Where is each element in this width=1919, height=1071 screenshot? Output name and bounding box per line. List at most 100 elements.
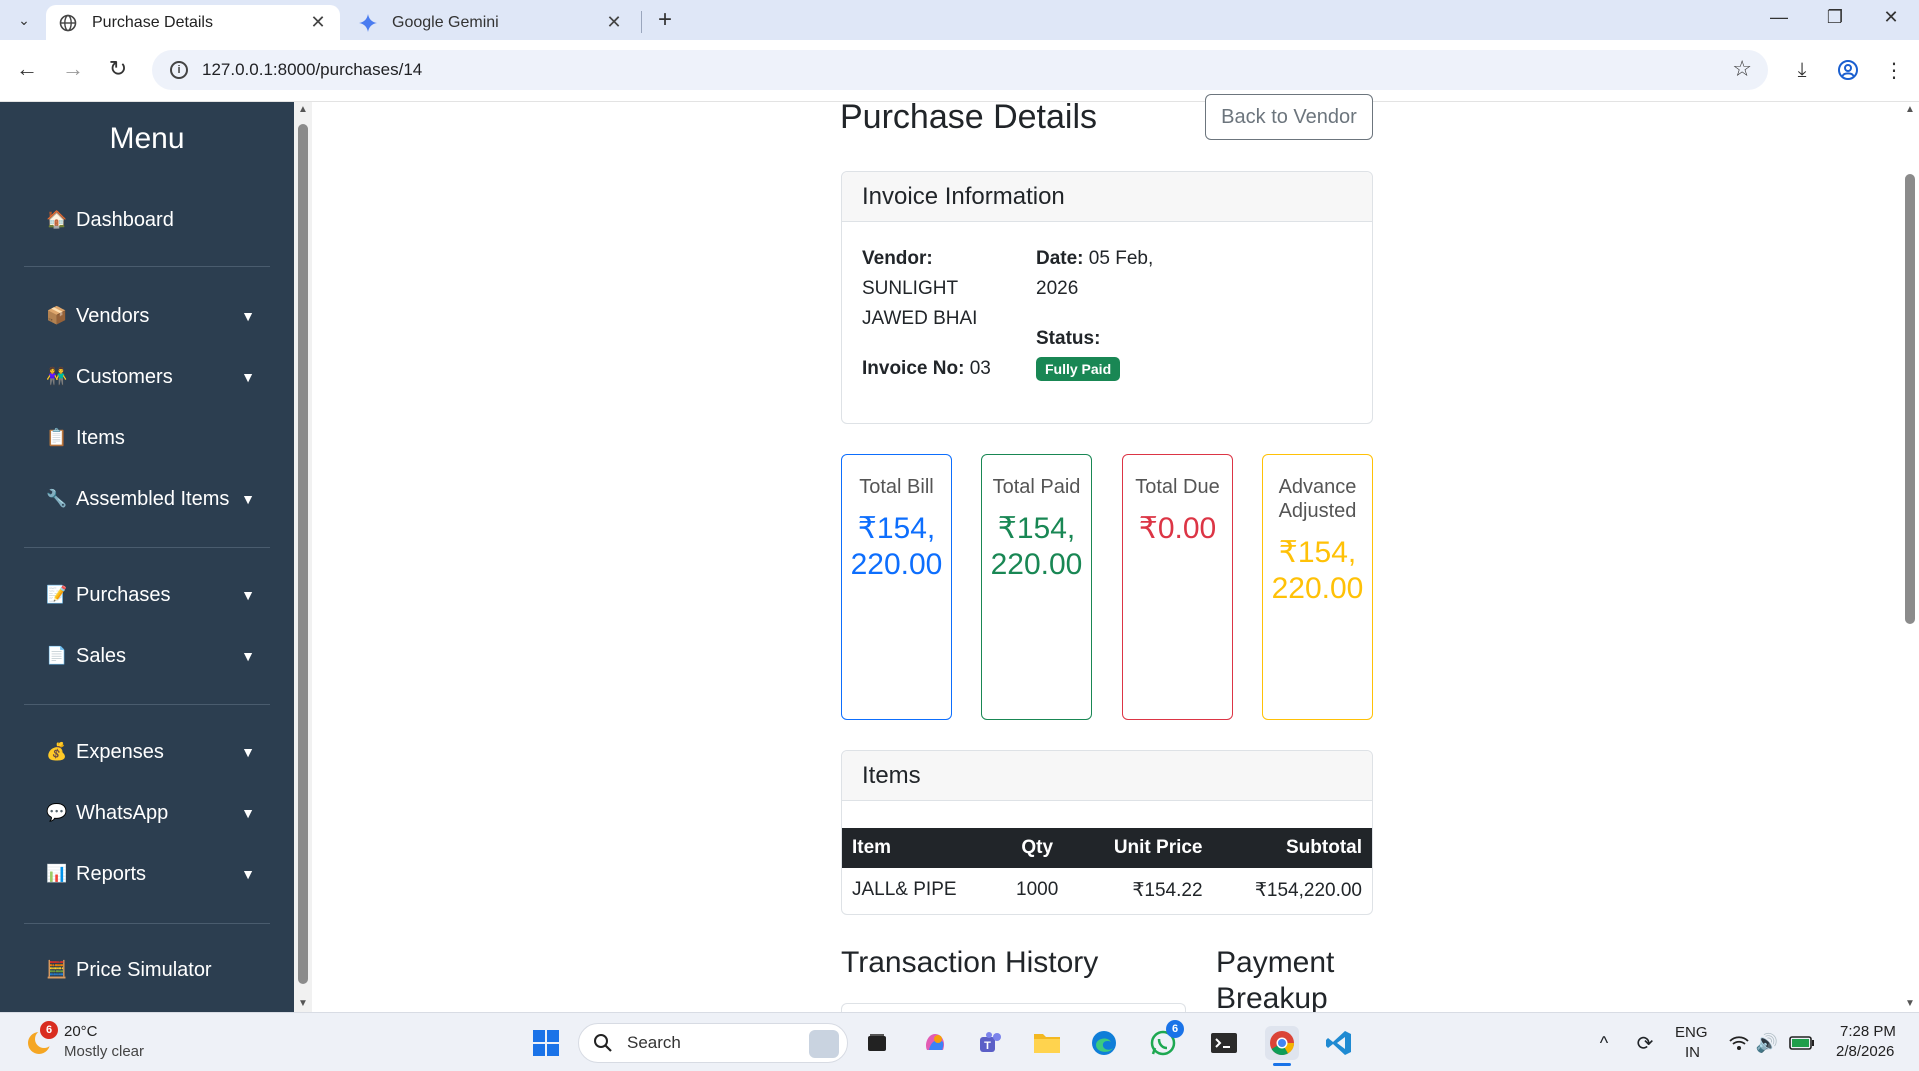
sidebar-item-label: Assembled Items xyxy=(76,487,230,510)
teams-icon[interactable]: T xyxy=(974,1026,1008,1060)
tab-google-gemini[interactable]: Google Gemini ✕ xyxy=(346,5,636,40)
windows-start-icon[interactable] xyxy=(529,1026,563,1060)
bookmark-star-icon[interactable]: ☆ xyxy=(1732,56,1752,82)
caret-down-icon[interactable]: ▼ xyxy=(240,648,256,664)
tab-title: Purchase Details xyxy=(92,13,213,31)
invoice-no-field: Invoice No: 03 xyxy=(862,354,991,384)
sidebar-item-customers[interactable]: 👫 Customers ▼ xyxy=(46,359,256,395)
chevron-up-icon[interactable]: ^ xyxy=(1587,1026,1621,1060)
payment-breakup-heading: Payment Breakup xyxy=(1216,946,1335,1015)
more-menu-icon[interactable]: ⋮ xyxy=(1880,56,1908,84)
page-scrollbar[interactable]: ▲ ▼ xyxy=(1901,102,1919,1012)
invoice-information-card: Invoice Information Vendor: SUNLIGHT JAW… xyxy=(841,171,1373,424)
close-window-icon[interactable]: ✕ xyxy=(1863,0,1919,34)
memo-icon: 📝 xyxy=(46,585,68,604)
language-line1[interactable]: ENG xyxy=(1675,1024,1708,1041)
table-row: JALL& PIPE 1000 ₹154.22 ₹154,220.00 xyxy=(842,868,1372,912)
sidebar-item-label: Vendors xyxy=(76,304,150,327)
caret-down-icon[interactable]: ▼ xyxy=(240,308,256,324)
back-to-vendor-button[interactable]: Back to Vendor xyxy=(1205,94,1373,140)
copilot-icon[interactable] xyxy=(918,1026,952,1060)
people-icon: 👫 xyxy=(46,367,68,386)
address-bar[interactable]: i 127.0.0.1:8000/purchases/14 ☆ xyxy=(152,50,1768,90)
sidebar-item-sales[interactable]: 📄 Sales ▼ xyxy=(46,638,256,674)
clock-time[interactable]: 7:28 PM xyxy=(1840,1023,1896,1040)
summary-label: Total Bill xyxy=(859,476,934,498)
task-view-icon[interactable] xyxy=(860,1026,894,1060)
url-text[interactable]: 127.0.0.1:8000/purchases/14 xyxy=(202,60,422,80)
sidebar-divider xyxy=(24,547,270,548)
scroll-down-icon[interactable]: ▼ xyxy=(294,996,312,1012)
scroll-up-icon[interactable]: ▲ xyxy=(1901,102,1919,118)
caret-down-icon[interactable]: ▼ xyxy=(240,805,256,821)
sidebar-item-assembled-items[interactable]: 🔧 Assembled Items ▼ xyxy=(46,481,256,517)
sidebar-item-expenses[interactable]: 💰 Expenses ▼ xyxy=(46,734,256,770)
globe-icon xyxy=(58,13,78,33)
table-header-row: Item Qty Unit Price Subtotal xyxy=(842,828,1372,868)
minimize-icon[interactable]: — xyxy=(1751,0,1807,34)
chrome-icon[interactable] xyxy=(1265,1026,1299,1066)
active-app-indicator xyxy=(1273,1063,1291,1066)
sidebar-item-label: Dashboard xyxy=(76,208,174,231)
search-icon xyxy=(594,1034,612,1052)
scroll-up-icon[interactable]: ▲ xyxy=(294,102,312,118)
taskbar-search-box[interactable]: Search xyxy=(578,1023,848,1063)
date-value-line2: 2026 xyxy=(1036,278,1079,299)
sync-icon[interactable]: ⟳ xyxy=(1628,1026,1662,1060)
file-explorer-icon[interactable] xyxy=(1030,1026,1064,1060)
caret-down-icon[interactable]: ▼ xyxy=(240,369,256,385)
sidebar-scroll-thumb[interactable] xyxy=(298,124,308,984)
column-header-item: Item xyxy=(842,828,999,868)
summary-label: Advance Adjusted xyxy=(1278,476,1357,522)
sidebar-item-price-simulator[interactable]: 🧮 Price Simulator xyxy=(46,952,256,988)
tab-search-chevron-icon[interactable]: ⌄ xyxy=(10,6,38,34)
weather-notification-badge: 6 xyxy=(40,1021,58,1039)
sidebar-item-vendors[interactable]: 📦 Vendors ▼ xyxy=(46,298,256,334)
sidebar-item-dashboard[interactable]: 🏠 Dashboard xyxy=(46,202,256,238)
sidebar-item-label: Purchases xyxy=(76,583,171,606)
site-info-icon[interactable]: i xyxy=(170,61,188,79)
caret-down-icon[interactable]: ▼ xyxy=(240,491,256,507)
sidebar-item-purchases[interactable]: 📝 Purchases ▼ xyxy=(46,577,256,613)
transaction-history-card xyxy=(841,1003,1186,1012)
page-scroll-thumb[interactable] xyxy=(1905,174,1915,624)
weather-widget[interactable]: 6 xyxy=(24,1021,58,1057)
total-paid-card: Total Paid ₹154,220.00 xyxy=(981,454,1092,720)
whatsapp-icon[interactable]: 6 xyxy=(1146,1020,1184,1060)
battery-icon[interactable] xyxy=(1785,1026,1819,1060)
profile-icon[interactable] xyxy=(1834,56,1862,84)
sidebar-scrollbar[interactable]: ▲ ▼ xyxy=(294,102,312,1012)
vscode-icon[interactable] xyxy=(1322,1026,1356,1060)
reload-icon[interactable]: ↻ xyxy=(103,54,133,84)
caret-down-icon[interactable]: ▼ xyxy=(240,744,256,760)
summary-label: Total Paid xyxy=(992,476,1081,498)
edge-icon[interactable] xyxy=(1087,1026,1121,1060)
card-header: Invoice Information xyxy=(842,172,1372,222)
cell-qty: 1000 xyxy=(1016,879,1059,900)
caret-down-icon[interactable]: ▼ xyxy=(240,866,256,882)
advance-adjusted-card: Advance Adjusted ₹154,220.00 xyxy=(1262,454,1373,720)
scroll-down-icon[interactable]: ▼ xyxy=(1901,996,1919,1012)
sidebar-item-items[interactable]: 📋 Items xyxy=(46,420,256,456)
house-icon: 🏠 xyxy=(46,210,68,229)
back-arrow-icon[interactable]: ← xyxy=(12,54,42,84)
forward-arrow-icon[interactable]: → xyxy=(58,54,88,84)
status-field: Status: Fully Paid xyxy=(1036,324,1121,384)
clock-date[interactable]: 2/8/2026 xyxy=(1836,1043,1894,1060)
caret-down-icon[interactable]: ▼ xyxy=(240,587,256,603)
restore-icon[interactable]: ❐ xyxy=(1807,0,1863,34)
sidebar-item-whatsapp[interactable]: 💬 WhatsApp ▼ xyxy=(46,795,256,831)
close-tab-icon[interactable]: ✕ xyxy=(308,12,328,33)
volume-icon[interactable]: 🔊 xyxy=(1750,1026,1784,1060)
new-tab-plus-icon[interactable]: + xyxy=(650,5,680,35)
language-line2[interactable]: IN xyxy=(1685,1044,1700,1061)
date-value-line1: 05 Feb, xyxy=(1088,248,1154,269)
download-icon[interactable]: ⤓ xyxy=(1788,56,1816,84)
terminal-icon[interactable] xyxy=(1207,1026,1241,1060)
tab-purchase-details[interactable]: Purchase Details ✕ xyxy=(46,5,340,40)
date-field: Date: 05 Feb, 2026 xyxy=(1036,244,1153,304)
sidebar-item-reports[interactable]: 📊 Reports ▼ xyxy=(46,856,256,892)
close-tab-icon[interactable]: ✕ xyxy=(604,12,624,33)
gemini-sparkle-icon xyxy=(358,13,378,33)
tab-separator xyxy=(641,11,642,33)
